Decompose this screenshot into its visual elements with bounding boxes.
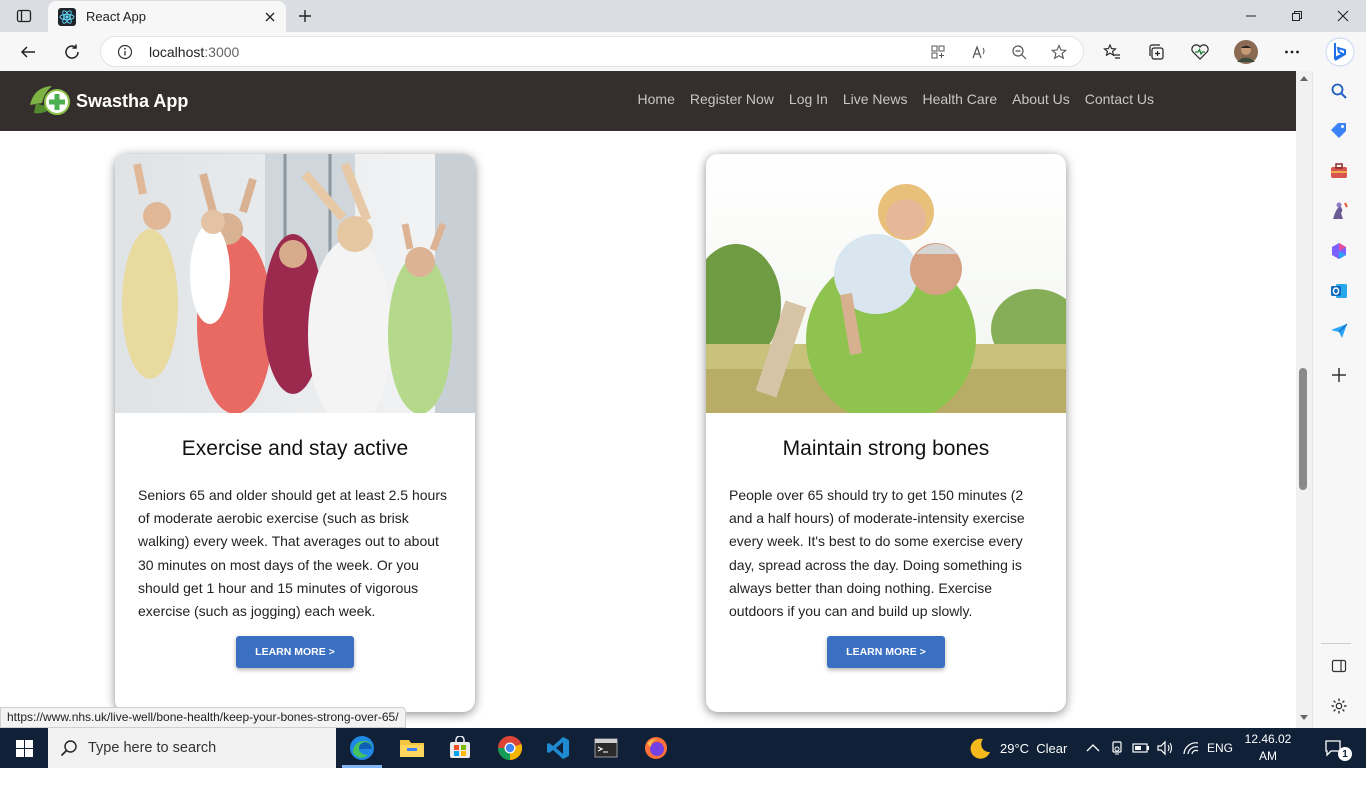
learn-more-button[interactable]: LEARN MORE >	[827, 636, 945, 668]
url-host: localhost	[149, 44, 205, 60]
search-placeholder: Type here to search	[88, 740, 217, 756]
sidebar-office-icon[interactable]	[1327, 239, 1351, 263]
tab-actions-icon[interactable]	[10, 0, 38, 32]
taskbar-chrome-icon[interactable]	[494, 732, 526, 764]
sidebar-games-icon[interactable]	[1327, 199, 1351, 223]
collections-icon[interactable]	[1142, 38, 1170, 66]
bing-copilot-icon[interactable]	[1324, 36, 1356, 68]
taskbar-store-icon[interactable]	[444, 732, 476, 764]
nav-home[interactable]: Home	[638, 91, 675, 107]
search-icon	[60, 739, 78, 757]
nav-contact-us[interactable]: Contact Us	[1085, 91, 1154, 107]
nav-register-now[interactable]: Register Now	[690, 91, 774, 107]
browser-tab-react-app[interactable]: React App	[48, 1, 286, 32]
sidebar-drop-icon[interactable]	[1327, 319, 1351, 343]
more-options-icon[interactable]	[1278, 38, 1306, 66]
edge-sidebar	[1312, 71, 1366, 728]
back-arrow-icon[interactable]	[14, 38, 42, 66]
show-hidden-icons-chevron-icon[interactable]	[1086, 728, 1100, 768]
page-viewport: Swastha App Home Register Now Log In Liv…	[0, 71, 1296, 728]
react-logo-icon	[58, 7, 76, 26]
battery-icon[interactable]	[1132, 728, 1150, 768]
url-text: localhost:3000	[149, 44, 239, 60]
sidebar-add-icon[interactable]	[1327, 363, 1351, 387]
notifications-button[interactable]: 1	[1324, 728, 1358, 768]
nav-log-in[interactable]: Log In	[789, 91, 828, 107]
taskbar-edge-icon[interactable]	[346, 732, 378, 764]
senior-couple-photo	[706, 154, 1066, 413]
site-info-icon[interactable]	[117, 44, 133, 60]
card-title: Exercise and stay active	[181, 437, 409, 460]
new-tab-button[interactable]	[290, 0, 320, 32]
app-navbar: Swastha App Home Register Now Log In Liv…	[0, 71, 1296, 131]
taskbar-terminal-icon[interactable]	[590, 732, 622, 764]
sidebar-divider	[1321, 643, 1351, 644]
close-tab-icon[interactable]	[264, 11, 276, 23]
card-body: Seniors 65 and older should get at least…	[138, 487, 447, 620]
page-scrollbar[interactable]	[1296, 71, 1312, 728]
status-bar-url: https://www.nhs.uk/live-well/bone-health…	[0, 707, 406, 728]
zoom-out-icon[interactable]	[1011, 44, 1027, 60]
volume-icon[interactable]	[1156, 728, 1174, 768]
card-strong-bones: Maintain strong bones People over 65 sho…	[706, 154, 1066, 712]
profile-avatar[interactable]	[1232, 38, 1260, 66]
address-bar[interactable]: localhost:3000	[100, 36, 1084, 67]
taskbar-clock[interactable]: 12.46.02 AM 13-06-2023	[1238, 731, 1298, 799]
nav-health-care[interactable]: Health Care	[922, 91, 997, 107]
wifi-icon[interactable]	[1182, 728, 1200, 768]
app-available-icon[interactable]	[930, 44, 946, 60]
taskbar-firefox-icon[interactable]	[640, 732, 672, 764]
tab-title: React App	[86, 9, 146, 24]
scroll-up-arrow-icon[interactable]	[1299, 74, 1309, 82]
sidebar-shopping-icon[interactable]	[1327, 119, 1351, 143]
brand-name: Swastha App	[76, 90, 189, 111]
windows-start-icon[interactable]	[0, 728, 48, 768]
moon-weather-icon	[968, 736, 992, 760]
card-body: People over 65 should try to get 150 min…	[729, 487, 1025, 620]
weather-text: 29°C Clear	[1000, 740, 1068, 756]
language-indicator[interactable]: ENG	[1207, 728, 1233, 768]
nav-about-us[interactable]: About Us	[1012, 91, 1070, 107]
notification-count-badge: 1	[1338, 747, 1352, 761]
clock-date: 13-06-2023	[1250, 766, 1286, 797]
scroll-down-arrow-icon[interactable]	[1299, 714, 1309, 722]
browser-essentials-icon[interactable]	[1186, 38, 1214, 66]
nav-live-news[interactable]: Live News	[843, 91, 908, 107]
seniors-exercise-photo	[115, 154, 475, 413]
brand[interactable]: Swastha App	[28, 83, 188, 119]
scrollbar-thumb[interactable]	[1299, 368, 1307, 490]
clock-time: 12.46.02 AM	[1244, 732, 1292, 763]
card-title: Maintain strong bones	[782, 437, 990, 460]
sidebar-search-icon[interactable]	[1327, 79, 1351, 103]
browser-tab-strip: React App	[0, 0, 1366, 32]
health-cross-logo-icon	[28, 83, 72, 119]
restore-window-icon[interactable]	[1282, 0, 1312, 32]
sidebar-tools-icon[interactable]	[1327, 159, 1351, 183]
taskbar-vscode-icon[interactable]	[542, 732, 574, 764]
read-aloud-icon[interactable]	[971, 44, 987, 60]
taskbar-file-explorer-icon[interactable]	[396, 732, 428, 764]
taskbar-search-box[interactable]: Type here to search	[48, 728, 336, 768]
browser-toolbar: localhost:3000	[0, 32, 1366, 71]
minimize-window-icon[interactable]	[1236, 0, 1266, 32]
windows-taskbar: Type here to search 29°C Clear ENG 12.46…	[0, 728, 1366, 797]
close-window-icon[interactable]	[1328, 0, 1358, 32]
meet-now-icon[interactable]	[1110, 728, 1126, 768]
favorite-star-icon[interactable]	[1051, 44, 1067, 60]
sidebar-outlook-icon[interactable]	[1327, 279, 1351, 303]
refresh-icon[interactable]	[58, 38, 86, 66]
sidebar-settings-gear-icon[interactable]	[1327, 694, 1351, 718]
main-nav: Home Register Now Log In Live News Healt…	[638, 91, 1154, 107]
card-exercise: Exercise and stay active Seniors 65 and …	[115, 154, 475, 712]
learn-more-button[interactable]: LEARN MORE >	[236, 636, 354, 668]
weather-widget[interactable]: 29°C Clear	[968, 728, 1067, 768]
favorites-list-icon[interactable]	[1098, 38, 1126, 66]
hide-sidebar-icon[interactable]	[1327, 654, 1351, 678]
url-port: :3000	[204, 44, 240, 60]
